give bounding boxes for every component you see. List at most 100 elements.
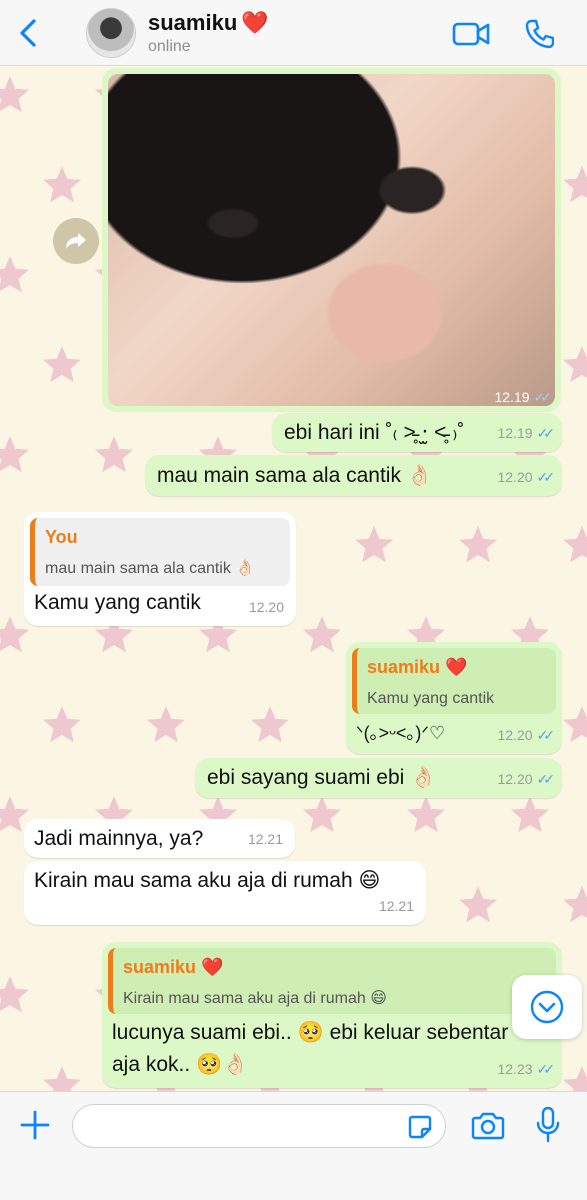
voice-record-button[interactable]: [535, 1106, 561, 1144]
message-meta: 12.19 ✓✓: [497, 420, 556, 446]
chat-area[interactable]: 12.19 ✓✓ ebi hari ini ˚₍ ˃̵̵̥ ‧̫ ˂̵̵̥ ₎˚…: [0, 66, 587, 1091]
quoted-text: Kirain mau sama aku aja di rumah 😄: [123, 990, 387, 1007]
wallpaper-star: [95, 436, 133, 473]
quoted-message[interactable]: suamiku ❤️ Kamu yang cantik: [352, 648, 556, 714]
message-meta: 12.20 ✓✓: [497, 464, 556, 490]
microphone-icon: [536, 1106, 560, 1143]
home-indicator-area: [0, 1170, 587, 1200]
message-time: 12.19: [494, 389, 530, 405]
wallpaper-star: [43, 166, 81, 203]
outgoing-message[interactable]: suamiku ❤️ Kirain mau sama aku aja di ru…: [102, 942, 562, 1088]
quoted-sender: suamiku ❤️: [123, 957, 224, 977]
plus-icon: [20, 1110, 50, 1140]
photo-image[interactable]: [108, 74, 555, 406]
message-time: 12.20: [248, 599, 284, 615]
incoming-message[interactable]: Kirain mau sama aku aja di rumah 😄 12.21: [24, 861, 426, 925]
voice-call-button[interactable]: [524, 18, 554, 50]
quoted-text: mau main sama ala cantik 👌🏻: [45, 560, 256, 577]
message-time: 12.21: [247, 831, 283, 847]
message-text: Kirain mau sama aku aja di rumah 😄: [34, 869, 381, 892]
wallpaper-star: [303, 796, 341, 833]
outgoing-message[interactable]: suamiku ❤️ Kamu yang cantik ᐠ(｡˃ᵕ˂｡)ᐟ♡ 1…: [346, 642, 562, 754]
wallpaper-star: [0, 76, 29, 113]
wallpaper-star: [0, 256, 29, 293]
chat-header: suamiku ❤️ online: [0, 0, 587, 66]
wallpaper-star: [563, 346, 587, 383]
wallpaper-star: [459, 526, 497, 563]
wallpaper-star: [511, 796, 549, 833]
camera-icon: [471, 1112, 505, 1140]
contact-name-text: suamiku: [148, 10, 238, 35]
message-input[interactable]: [72, 1104, 446, 1148]
wallpaper-star: [563, 1066, 587, 1091]
wallpaper-star: [459, 886, 497, 923]
message-text: mau main sama ala cantik 👌🏻: [157, 464, 433, 487]
wallpaper-star: [251, 706, 289, 743]
camera-button[interactable]: [470, 1110, 506, 1142]
read-ticks-icon: ✓✓: [536, 727, 556, 743]
video-camera-icon: [452, 22, 490, 46]
wallpaper-star: [0, 616, 29, 653]
message-meta: 12.20: [249, 594, 284, 620]
contact-name[interactable]: suamiku ❤️: [148, 10, 269, 36]
message-text: Kamu yang cantik: [34, 591, 201, 614]
wallpaper-star: [0, 436, 29, 473]
wallpaper-star: [355, 526, 393, 563]
read-ticks-icon: ✓✓: [536, 425, 556, 441]
sticker-icon: [408, 1115, 432, 1139]
chevron-down-icon: [530, 990, 564, 1024]
outgoing-message[interactable]: mau main sama ala cantik 👌🏻 12.20 ✓✓: [145, 455, 562, 496]
message-time: 12.21: [378, 898, 414, 914]
message-meta: 12.20 ✓✓: [497, 722, 556, 748]
message-text: Jadi mainnya, ya?: [34, 827, 204, 850]
scroll-to-bottom-button[interactable]: [512, 975, 582, 1039]
read-ticks-icon: ✓✓: [536, 1061, 556, 1077]
attach-button[interactable]: [18, 1108, 52, 1142]
forward-button[interactable]: [53, 218, 99, 264]
image-message-bubble[interactable]: 12.19 ✓✓: [102, 68, 561, 412]
incoming-message[interactable]: You mau main sama ala cantik 👌🏻 Kamu yan…: [24, 512, 296, 626]
outgoing-message[interactable]: ebi hari ini ˚₍ ˃̵̵̥ ‧̫ ˂̵̵̥ ₎˚ 12.19 ✓✓: [272, 413, 562, 452]
message-text: ebi hari ini ˚₍ ˃̵̵̥ ‧̫ ˂̵̵̥ ₎˚: [284, 421, 465, 444]
outgoing-message[interactable]: ebi sayang suami ebi 👌🏻 12.20 ✓✓: [195, 758, 562, 798]
wallpaper-star: [563, 886, 587, 923]
heart-emoji: ❤️: [241, 10, 269, 35]
wallpaper-star: [303, 616, 341, 653]
message-meta: 12.21: [379, 893, 414, 919]
quoted-sender: suamiku ❤️: [367, 657, 468, 677]
incoming-message[interactable]: Jadi mainnya, ya? 12.21: [24, 819, 295, 858]
wallpaper-star: [563, 166, 587, 203]
quoted-sender: You: [45, 527, 78, 547]
message-meta: 12.23 ✓✓: [497, 1056, 556, 1082]
read-ticks-icon: ✓✓: [536, 771, 556, 787]
message-text-line: aja kok.. 🥺👌🏻: [112, 1053, 249, 1076]
sticker-button[interactable]: [406, 1113, 434, 1141]
wallpaper-star: [43, 346, 81, 383]
contact-status: online: [148, 38, 191, 55]
video-call-button[interactable]: [452, 20, 490, 48]
message-text-line: lucunya suami ebi.. 🥺 ebi keluar sebenta…: [112, 1021, 509, 1044]
wallpaper-star: [43, 706, 81, 743]
message-meta: 12.20 ✓✓: [497, 766, 556, 792]
forward-icon: [66, 233, 86, 249]
message-text: ebi sayang suami ebi 👌🏻: [207, 766, 437, 789]
message-time: 12.20: [497, 727, 533, 743]
wallpaper-star: [147, 706, 185, 743]
read-ticks-icon: ✓✓: [533, 389, 553, 405]
quoted-message[interactable]: You mau main sama ala cantik 👌🏻: [30, 518, 290, 586]
back-button[interactable]: [14, 18, 42, 48]
message-text: ᐠ(｡˃ᵕ˂｡)ᐟ♡: [356, 723, 446, 743]
message-time: 12.20: [497, 771, 533, 787]
message-time: 12.23: [497, 1061, 533, 1077]
quoted-message[interactable]: suamiku ❤️ Kirain mau sama aku aja di ru…: [108, 948, 556, 1014]
wallpaper-star: [407, 796, 445, 833]
wallpaper-star: [563, 526, 587, 563]
wallpaper-star: [563, 706, 587, 743]
message-time: 12.20: [497, 469, 533, 485]
message-time: 12.19: [497, 425, 533, 441]
message-meta: 12.19 ✓✓: [494, 389, 553, 406]
avatar[interactable]: [86, 8, 136, 58]
phone-icon: [525, 19, 554, 49]
message-meta: 12.21: [248, 826, 283, 852]
read-ticks-icon: ✓✓: [536, 469, 556, 485]
